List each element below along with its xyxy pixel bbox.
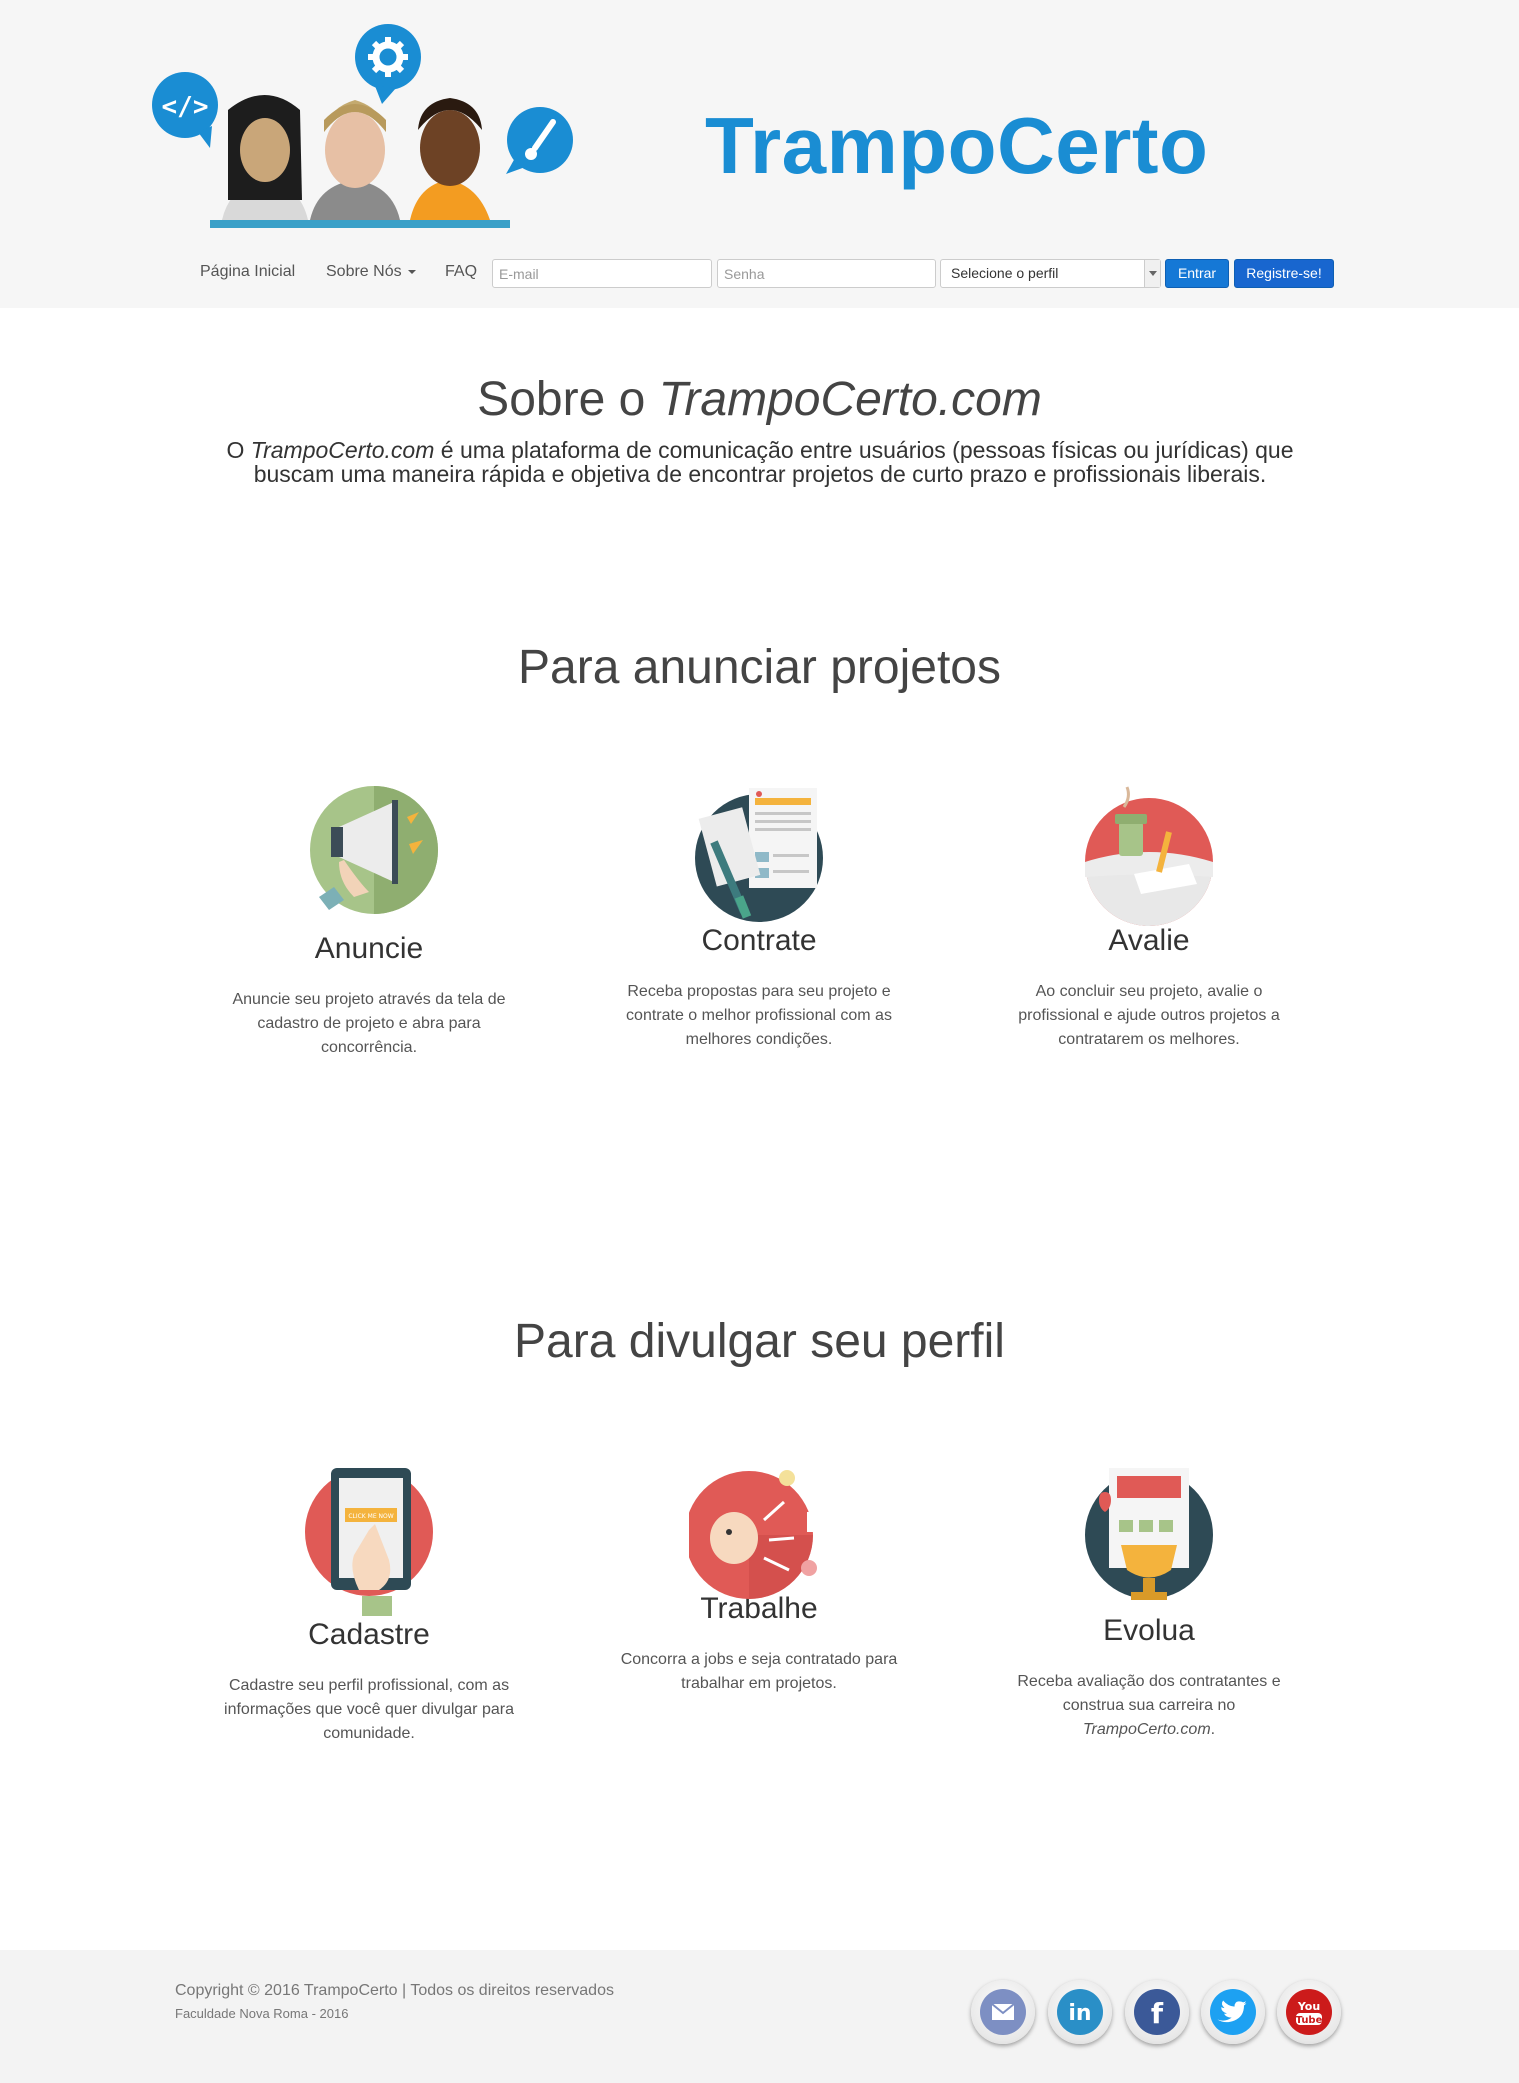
footer-school: Faculdade Nova Roma - 2016 xyxy=(175,2006,349,2021)
feature-trabalhe-text: Concorra a jobs e seja contratado para t… xyxy=(620,1651,898,1692)
nav-about-dropdown[interactable]: Sobre Nós xyxy=(326,263,416,281)
feature-anuncie-title: Anuncie xyxy=(314,932,424,965)
about-text-site: TrampoCerto.com xyxy=(250,437,435,463)
twitter-icon[interactable] xyxy=(1201,1980,1265,2044)
ideas-head-icon xyxy=(685,1460,829,1610)
about-title: Sobre o TrampoCerto.com xyxy=(0,372,1519,427)
nav-home-link[interactable]: Página Inicial xyxy=(200,263,295,281)
feature-avalie: Avalie Ao concluir seu projeto, avalie o… xyxy=(999,782,1299,1052)
svg-text:in: in xyxy=(1068,2001,1091,2026)
password-input[interactable] xyxy=(717,259,936,288)
feature-anuncie: Anuncie Anuncie seu projeto através da t… xyxy=(219,782,519,1060)
trophy-icon xyxy=(1079,1460,1219,1618)
about-title-site: TrampoCerto.com xyxy=(658,373,1042,426)
feature-evolua: Evolua Receba avaliação dos contratantes… xyxy=(999,1460,1299,1742)
about-description: O TrampoCerto.com é uma plataforma de co… xyxy=(190,438,1330,486)
feature-cadastre: CLICK ME NOW Cadastre Cadastre seu perfi… xyxy=(219,1460,519,1746)
feature-trabalhe: Trabalhe Concorra a jobs e seja contrata… xyxy=(609,1460,909,1696)
tablet-click-icon: CLICK ME NOW xyxy=(299,1460,439,1622)
svg-text:Tube: Tube xyxy=(1296,2015,1323,2026)
nav-faq-link[interactable]: FAQ xyxy=(445,263,477,281)
feature-cadastre-text: Cadastre seu perfil profissional, com as… xyxy=(224,1677,514,1742)
svg-text:f: f xyxy=(1151,1997,1164,2030)
nav-about-label: Sobre Nós xyxy=(326,263,402,280)
linkedin-icon[interactable]: in xyxy=(1048,1980,1112,2044)
facebook-icon[interactable]: f xyxy=(1125,1980,1189,2044)
select-arrow-icon xyxy=(1144,260,1160,287)
youtube-icon[interactable]: You Tube xyxy=(1277,1980,1341,2044)
feature-contrate-text: Receba propostas para seu projeto e cont… xyxy=(626,983,892,1048)
feature-anuncie-text: Anuncie seu projeto através da tela de c… xyxy=(232,991,506,1056)
email-input[interactable] xyxy=(492,259,712,288)
brand-title[interactable]: TrampoCerto xyxy=(705,100,1208,192)
register-button[interactable]: Registre-se! xyxy=(1234,259,1334,288)
projects-section-title: Para anunciar projetos xyxy=(518,641,1001,694)
about-text-prefix: O xyxy=(226,437,251,463)
site-footer: Copyright © 2016 TrampoCerto | Todos os … xyxy=(0,1950,1519,2083)
profile-select[interactable]: Selecione o perfil xyxy=(940,259,1161,288)
svg-text:</>: </> xyxy=(162,92,209,122)
click-me-now-label: CLICK ME NOW xyxy=(348,1513,393,1520)
about-title-prefix: Sobre o xyxy=(477,373,659,426)
site-header: </> TrampoCerto Página Inicial Sobre Nós… xyxy=(0,0,1519,308)
footer-copyright: Copyright © 2016 TrampoCerto | Todos os … xyxy=(175,1982,614,1999)
feature-evolua-text-prefix: Receba avaliação dos contratantes e cons… xyxy=(1017,1673,1281,1714)
team-logo-illustration: </> xyxy=(152,24,573,228)
contract-icon xyxy=(689,782,829,932)
profile-select-value: Selecione o perfil xyxy=(951,265,1059,281)
megaphone-icon xyxy=(299,782,439,932)
feature-evolua-text-suffix: . xyxy=(1210,1721,1216,1738)
feature-avalie-text: Ao concluir seu projeto, avalie o profis… xyxy=(1018,983,1280,1048)
feature-cadastre-title: Cadastre xyxy=(308,1618,430,1651)
main-navbar: Página Inicial Sobre Nós FAQ Selecione o… xyxy=(0,255,1519,291)
profile-section-title: Para divulgar seu perfil xyxy=(514,1315,1005,1368)
feature-evolua-text: Receba avaliação dos contratantes e cons… xyxy=(999,1670,1299,1742)
svg-text:You: You xyxy=(1297,2000,1320,2013)
caret-down-icon xyxy=(407,269,416,274)
evaluation-icon xyxy=(1079,782,1219,932)
mail-icon[interactable] xyxy=(971,1980,1035,2044)
login-button[interactable]: Entrar xyxy=(1165,259,1229,288)
feature-contrate: Contrate Receba propostas para seu proje… xyxy=(609,782,909,1052)
feature-evolua-text-site: TrampoCerto.com xyxy=(1082,1721,1211,1738)
feature-evolua-title: Evolua xyxy=(1103,1614,1195,1647)
